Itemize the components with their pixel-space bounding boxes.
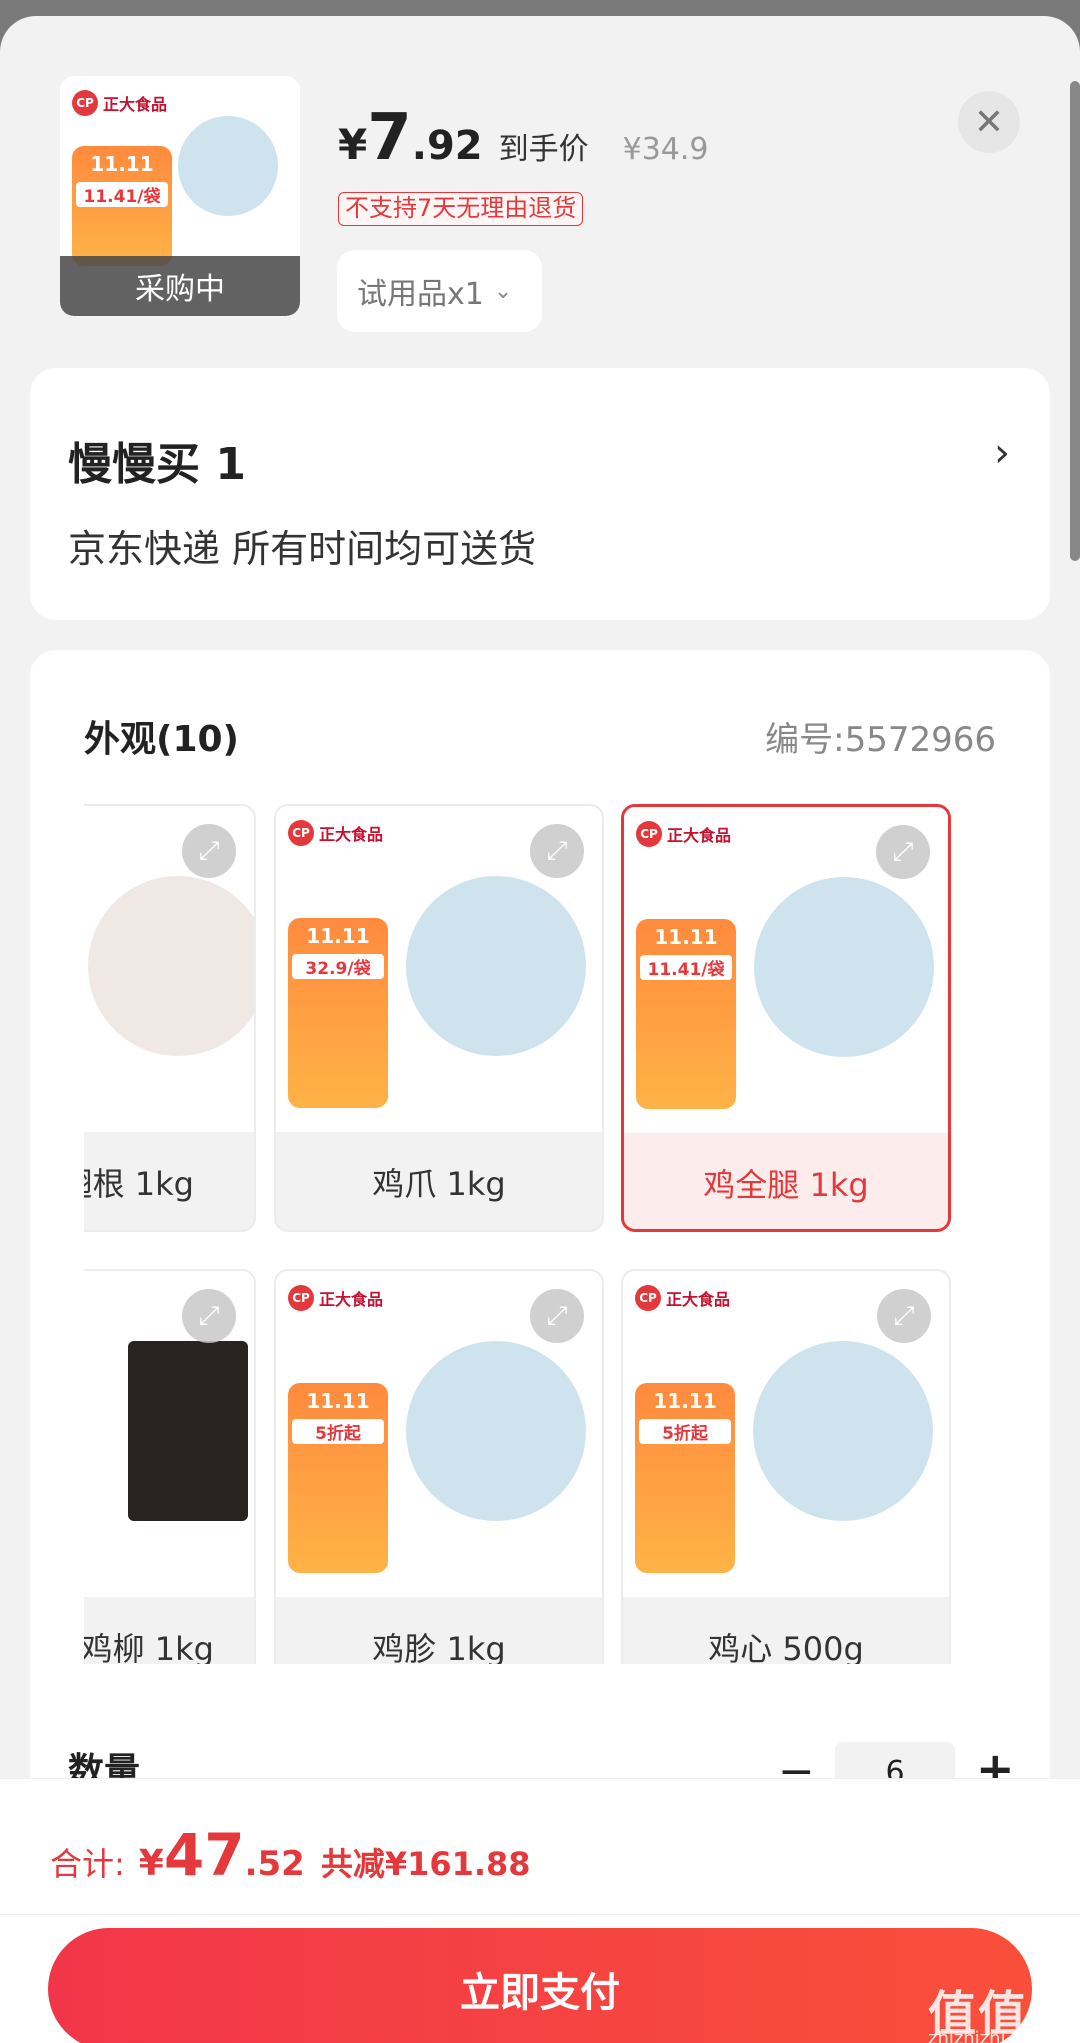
product-image bbox=[406, 876, 586, 1056]
total-integer: 47 bbox=[163, 1821, 245, 1889]
watermark-url: zhizhizhi.com bbox=[928, 2028, 1050, 2043]
divider bbox=[0, 1914, 1080, 1915]
cp-logo-icon: CP bbox=[635, 1285, 661, 1311]
promo-price: 32.9/袋 bbox=[292, 954, 384, 979]
variant-label: 翅根 1kg bbox=[84, 1165, 194, 1203]
variant-grid: ⤢ 翅根 1kg CP 正大食品 11.11 32.9/袋 ⤢ 鸡爪 1kg bbox=[84, 804, 1026, 1664]
delivery-card[interactable]: 慢慢买 1 京东快递 所有时间均可送货 › bbox=[30, 368, 1050, 620]
product-image bbox=[753, 1341, 933, 1521]
price-integer: 7 bbox=[367, 101, 412, 175]
product-code: 编号:5572966 bbox=[765, 720, 996, 760]
brand-logo: CP 正大食品 bbox=[288, 1285, 383, 1311]
expand-icon[interactable]: ⤢ bbox=[182, 1289, 236, 1343]
close-button[interactable]: ✕ bbox=[958, 91, 1020, 153]
variant-select[interactable]: 试用品x1 ⌄ bbox=[337, 250, 542, 332]
product-thumbnail[interactable]: CP 正大食品 11.11 11.41/袋 采购中 bbox=[60, 76, 300, 316]
no-return-badge: 不支持7天无理由退货 bbox=[338, 192, 584, 226]
expand-icon[interactable]: ⤢ bbox=[876, 825, 930, 879]
price-symbol: ¥ bbox=[338, 120, 368, 169]
delivery-subtitle: 京东快递 所有时间均可送货 bbox=[68, 527, 537, 571]
variants-title: 外观(10) bbox=[84, 719, 240, 760]
delivery-title: 慢慢买 1 bbox=[68, 439, 246, 490]
cp-logo-icon: CP bbox=[636, 821, 662, 847]
promo-price: 11.41/袋 bbox=[640, 955, 732, 980]
total-label: 合计: bbox=[50, 1845, 125, 1883]
variant-tile-selected[interactable]: CP 正大食品 11.11 11.41/袋 ⤢ 鸡全腿 1kg bbox=[621, 804, 951, 1232]
cp-logo-icon: CP bbox=[72, 90, 98, 116]
promo-price: 5折起 bbox=[639, 1419, 731, 1444]
variant-tile[interactable]: ⤢ 翅根 1kg bbox=[84, 804, 256, 1232]
variant-label: 鸡全腿 1kg bbox=[703, 1166, 869, 1204]
total-saved: 共减¥161.88 bbox=[320, 1845, 531, 1883]
brand-name: 正大食品 bbox=[319, 825, 384, 844]
variant-tile[interactable]: ⤢ 香鸡柳 1kg bbox=[84, 1269, 256, 1664]
variant-tile[interactable]: CP 正大食品 11.11 5折起 ⤢ 鸡心 500g bbox=[621, 1269, 951, 1664]
product-image bbox=[754, 877, 934, 1057]
brand-name: 正大食品 bbox=[103, 95, 168, 114]
total-symbol: ¥ bbox=[138, 1843, 164, 1884]
thumb-status: 采购中 bbox=[60, 256, 300, 316]
original-price: ¥34.9 bbox=[622, 132, 709, 167]
expand-icon[interactable]: ⤢ bbox=[182, 824, 236, 878]
brand-logo: CP 正大食品 bbox=[288, 820, 383, 846]
cp-logo-icon: CP bbox=[288, 820, 314, 846]
variants-card: 外观(10) 编号:5572966 ⤢ 翅根 1kg CP 正大食品 11.11 bbox=[30, 650, 1050, 1800]
product-sheet: CP 正大食品 11.11 11.41/袋 采购中 ¥ 7 .92 到手价 ¥3… bbox=[0, 16, 1080, 2043]
variant-select-label: 试用品x1 bbox=[357, 277, 484, 312]
brand-logo: CP 正大食品 bbox=[635, 1285, 730, 1311]
promo-price: 11.41/袋 bbox=[76, 182, 168, 207]
variant-label: 鸡心 500g bbox=[708, 1630, 864, 1664]
promo-badge: 11.11 11.41/袋 bbox=[72, 146, 172, 266]
price-decimal: .92 bbox=[411, 123, 483, 169]
product-image bbox=[406, 1341, 586, 1521]
promo-badge: 11.11 5折起 bbox=[635, 1383, 735, 1573]
variant-label: 鸡胗 1kg bbox=[372, 1630, 506, 1664]
variant-label: 鸡爪 1kg bbox=[372, 1165, 506, 1203]
product-image bbox=[88, 876, 254, 1056]
product-image bbox=[178, 116, 278, 216]
chevron-right-icon: › bbox=[994, 430, 1010, 476]
promo-badge: 11.11 32.9/袋 bbox=[288, 918, 388, 1108]
promo-badge: 11.11 11.41/袋 bbox=[636, 919, 736, 1109]
chevron-down-icon: ⌄ bbox=[493, 278, 513, 304]
close-icon: ✕ bbox=[973, 101, 1005, 143]
scrollbar[interactable] bbox=[1070, 81, 1080, 561]
expand-icon[interactable]: ⤢ bbox=[877, 1289, 931, 1343]
variant-label: 香鸡柳 1kg bbox=[84, 1630, 214, 1664]
brand-name: 正大食品 bbox=[666, 1290, 731, 1309]
brand-logo: CP 正大食品 bbox=[72, 90, 167, 116]
variant-tile[interactable]: CP 正大食品 11.11 5折起 ⤢ 鸡胗 1kg bbox=[274, 1269, 604, 1664]
pay-now-button[interactable]: 立即支付 bbox=[48, 1928, 1032, 2043]
product-image bbox=[128, 1341, 248, 1521]
brand-logo: CP 正大食品 bbox=[636, 821, 731, 847]
price-row: ¥ 7 .92 到手价 ¥34.9 bbox=[338, 101, 709, 175]
checkout-footer: 合计: ¥ 47 .52 共减¥161.88 立即支付 bbox=[0, 1778, 1080, 2043]
variant-tile[interactable]: CP 正大食品 11.11 32.9/袋 ⤢ 鸡爪 1kg bbox=[274, 804, 604, 1232]
brand-name: 正大食品 bbox=[667, 826, 732, 845]
total-row: 合计: ¥ 47 .52 共减¥161.88 bbox=[50, 1821, 531, 1889]
price-tag: 到手价 bbox=[498, 132, 589, 167]
expand-icon[interactable]: ⤢ bbox=[530, 1289, 584, 1343]
expand-icon[interactable]: ⤢ bbox=[530, 824, 584, 878]
brand-name: 正大食品 bbox=[319, 1290, 384, 1309]
total-decimal: .52 bbox=[244, 1844, 305, 1884]
promo-badge: 11.11 5折起 bbox=[288, 1383, 388, 1573]
cp-logo-icon: CP bbox=[288, 1285, 314, 1311]
promo-price: 5折起 bbox=[292, 1419, 384, 1444]
